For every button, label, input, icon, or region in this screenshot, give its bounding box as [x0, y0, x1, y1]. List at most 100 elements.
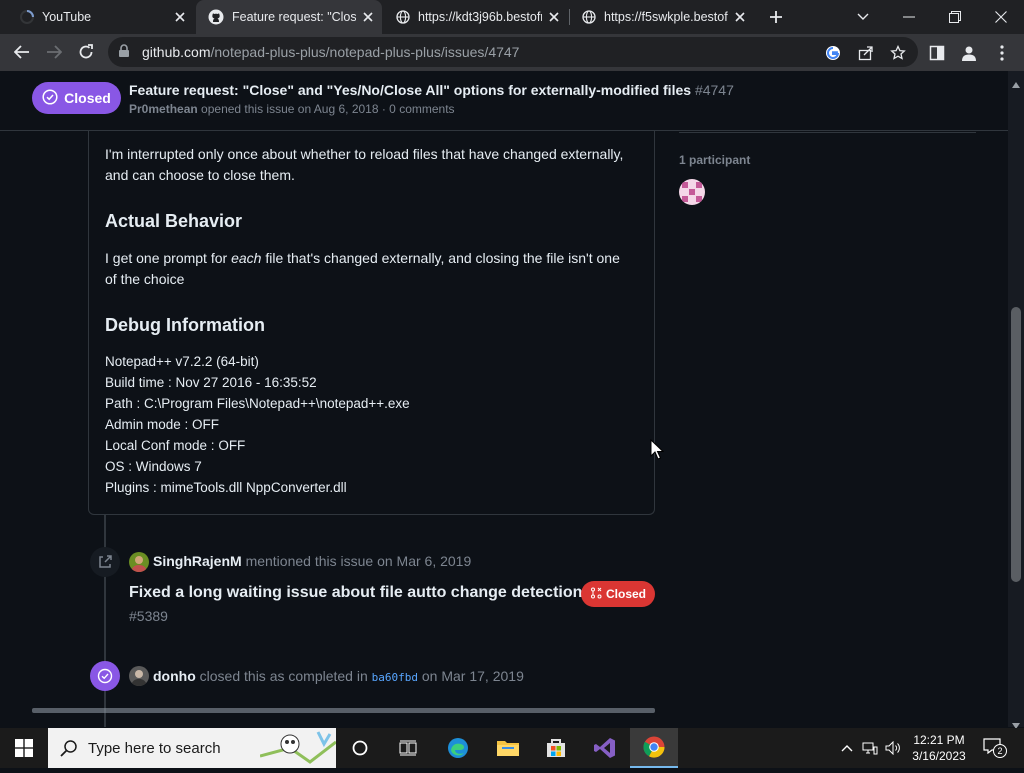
- closed-event-badge: [90, 661, 120, 691]
- issue-meta-text: opened this issue on Aug 6, 2018 · 0 com…: [201, 102, 455, 116]
- address-bar[interactable]: github.com/notepad-plus-plus/notepad-plu…: [108, 37, 918, 67]
- cross-reference-badge: [90, 547, 120, 577]
- task-view-icon[interactable]: [384, 728, 432, 768]
- referenced-pr-state-badge: Closed: [581, 581, 655, 607]
- search-placeholder: Type here to search: [88, 740, 221, 757]
- windows-taskbar: Type here to search 12:21 PM 3/16/2023 2: [0, 728, 1024, 768]
- browser-toolbar: github.com/notepad-plus-plus/notepad-plu…: [0, 34, 1024, 71]
- bookmark-star-icon[interactable]: [889, 44, 907, 62]
- close-icon[interactable]: [172, 9, 188, 25]
- referenced-pr-title[interactable]: Fixed a long waiting issue about file au…: [129, 584, 582, 602]
- show-hidden-icons-chevron-icon[interactable]: [839, 740, 855, 756]
- forward-button[interactable]: [44, 42, 64, 62]
- scroll-up-arrow-icon[interactable]: [1012, 75, 1020, 93]
- commit-link[interactable]: ba60fbd: [372, 671, 418, 684]
- closed-event: donho closed this as completed in ba60fb…: [153, 668, 524, 684]
- tab-github-issue[interactable]: Feature request: "Close" and "Yes/No/Clo…: [196, 0, 382, 34]
- issue-state-label: Closed: [64, 90, 111, 106]
- new-tab-button[interactable]: [766, 7, 786, 27]
- network-icon[interactable]: [862, 740, 878, 756]
- debug-information-heading: Debug Information: [105, 315, 265, 335]
- horizontal-scrollbar[interactable]: [32, 708, 655, 713]
- visual-studio-icon[interactable]: [581, 728, 629, 768]
- google-icon[interactable]: [824, 44, 842, 62]
- actual-behavior-text: I get one prompt for each file that's ch…: [105, 248, 635, 290]
- back-button[interactable]: [12, 42, 32, 62]
- cortana-icon[interactable]: [336, 728, 384, 768]
- tab-title: Feature request: "Close" and "Yes/No/Clo…: [232, 10, 356, 24]
- reload-button[interactable]: [76, 42, 96, 62]
- page-scrollbar[interactable]: [1008, 71, 1024, 729]
- avatar[interactable]: [129, 552, 149, 572]
- debug-line: Admin mode : OFF: [105, 417, 220, 432]
- url-text[interactable]: github.com/notepad-plus-plus/notepad-plu…: [142, 44, 519, 60]
- tab-title: https://f5swkple.bestofmanyvideos.com: [604, 10, 728, 24]
- issue-number: #4747: [694, 82, 734, 98]
- issue-title[interactable]: Feature request: "Close" and "Yes/No/Clo…: [129, 82, 734, 98]
- scrollbar-thumb[interactable]: [1011, 307, 1021, 582]
- page-viewport[interactable]: Closed Feature request: "Close" and "Yes…: [0, 71, 1008, 727]
- mention-actor-link[interactable]: SinghRajenM: [153, 553, 242, 569]
- participant-avatar[interactable]: [679, 179, 705, 205]
- debug-line: Build time : Nov 27 2016 - 16:35:52: [105, 375, 317, 390]
- referenced-pr-state-label: Closed: [605, 587, 646, 601]
- actual-text-emphasis: each: [231, 250, 262, 266]
- issue-state-badge: Closed: [32, 82, 121, 114]
- action-center-button[interactable]: 2: [983, 738, 1007, 758]
- tab-title: YouTube: [42, 10, 92, 24]
- issue-title-text: Feature request: "Close" and "Yes/No/Clo…: [129, 82, 692, 98]
- issue-meta: Pr0methean opened this issue on Aug 6, 2…: [129, 102, 455, 116]
- globe-icon: [582, 10, 596, 24]
- volume-icon[interactable]: [885, 740, 901, 756]
- chrome-taskbar-icon[interactable]: [630, 728, 678, 768]
- pull-request-closed-icon: [590, 587, 602, 602]
- search-icon: [60, 739, 78, 762]
- minimize-button[interactable]: [897, 5, 921, 29]
- microsoft-store-icon[interactable]: [532, 728, 580, 768]
- mention-event: SinghRajenM mentioned this issue on Mar …: [153, 553, 471, 569]
- issue-author-link[interactable]: Pr0methean: [129, 102, 198, 116]
- start-button[interactable]: [0, 728, 48, 768]
- taskbar-search-box[interactable]: Type here to search: [48, 728, 337, 768]
- github-icon: [208, 9, 224, 25]
- more-options-icon[interactable]: [992, 43, 1012, 63]
- restore-button[interactable]: [943, 5, 967, 29]
- url-host: github.com: [142, 44, 211, 60]
- mention-event-text: mentioned this issue on Mar 6, 2019: [245, 553, 472, 569]
- actual-behavior-heading: Actual Behavior: [105, 211, 243, 231]
- tab-kdt3j96b[interactable]: https://kdt3j96b.bestofmanyvideos.com: [384, 0, 568, 34]
- share-icon[interactable]: [857, 44, 875, 62]
- sticky-issue-header: Closed Feature request: "Close" and "Yes…: [0, 71, 1008, 131]
- file-explorer-icon[interactable]: [484, 728, 532, 768]
- debug-line: Notepad++ v7.2.2 (64-bit): [105, 354, 259, 369]
- system-clock[interactable]: 12:21 PM 3/16/2023: [900, 732, 978, 764]
- close-icon[interactable]: [732, 9, 748, 25]
- closed-event-text: closed this as completed in: [199, 668, 368, 684]
- globe-icon: [396, 10, 410, 24]
- expected-behavior-text: I'm interrupted only once about whether …: [105, 146, 624, 183]
- side-panel-icon[interactable]: [927, 43, 947, 63]
- edge-icon[interactable]: [434, 728, 482, 768]
- avatar[interactable]: [129, 666, 149, 686]
- debug-line: Plugins : mimeTools.dll NppConverter.dll: [105, 480, 347, 495]
- tab-youtube[interactable]: YouTube: [8, 0, 194, 34]
- sidebar-divider: [679, 132, 976, 133]
- referenced-pr-number[interactable]: #5389: [129, 608, 168, 624]
- tab-search-chevron-icon[interactable]: [851, 5, 875, 29]
- close-icon[interactable]: [360, 9, 376, 25]
- debug-line: Path : C:\Program Files\Notepad++\notepa…: [105, 396, 410, 411]
- mouse-cursor-icon: [650, 438, 665, 466]
- closed-actor-link[interactable]: donho: [153, 668, 196, 684]
- tab-f5swkple[interactable]: https://f5swkple.bestofmanyvideos.com: [570, 0, 754, 34]
- close-icon[interactable]: [546, 9, 562, 25]
- participants-label: 1 participant: [679, 153, 751, 167]
- url-path: /notepad-plus-plus/notepad-plus-plus/iss…: [210, 44, 520, 60]
- search-highlight-illustration-icon: [259, 728, 337, 773]
- loading-spinner-icon: [20, 10, 34, 24]
- profile-icon[interactable]: [959, 43, 979, 63]
- debug-line: Local Conf mode : OFF: [105, 438, 246, 453]
- lock-icon[interactable]: [118, 44, 130, 63]
- check-circle-icon: [42, 88, 58, 108]
- close-window-button[interactable]: [989, 5, 1013, 29]
- actual-text-part: I get one prompt for: [105, 250, 232, 266]
